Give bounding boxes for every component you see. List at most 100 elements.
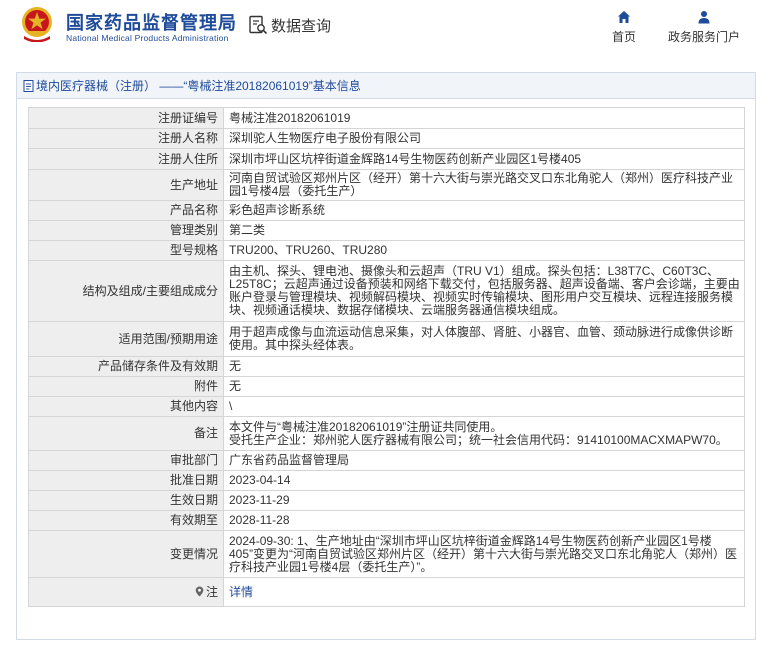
field-label: 注册人名称 [28,128,224,149]
field-label-text: 产品储存条件及有效期 [97,359,218,373]
field-value: 无 [223,356,745,377]
field-value: 本文件与“粤械注准20182061019”注册证共同使用。 受托生产企业：郑州驼… [223,416,745,451]
nav-service-portal[interactable]: 政务服务门户 [668,10,740,45]
field-label: 变更情况 [28,530,224,578]
table-row: 结构及组成/主要组成成分 由主机、探头、锂电池、摄像头和云超声（TRU V1）组成… [28,260,745,322]
field-label-text: 注册人名称 [157,131,218,145]
registration-info-table: 注册证编号 粤械注准20182061019 注册人名称 深圳驼人生物医疗电子股份有限公… [28,107,745,607]
field-label: 适用范围/预期用途 [28,321,224,357]
table-row: 其他内容 \ [28,396,745,417]
field-label: 审批部门 [28,450,224,471]
field-value: 无 [223,376,745,397]
field-value: 详情 [223,577,745,607]
document-icon [23,79,34,92]
field-value: 2023-11-29 [223,490,745,511]
table-row: 适用范围/预期用途 用于超声成像与血流运动信息采集，对人体腹部、肾脏、小器官、血管… [28,321,745,357]
national-emblem-icon [22,7,52,42]
field-label-text: 结构及组成/主要组成成分 [82,283,218,298]
field-label-text: 注册证编号 [157,110,218,125]
field-value-text: 深圳市坪山区坑梓街道金辉路14号生物医药创新产业园区1号楼405 [229,151,582,166]
field-label-text: 型号规格 [169,243,218,257]
table-row: 型号规格 TRU200、TRU260、TRU280 [28,240,745,261]
site-header: 国家药品监督管理局 National Medical Products Admi… [0,0,772,56]
field-value-text: 广东省药品监督管理局 [229,453,350,467]
field-value: \ [223,396,745,417]
field-value: 2024-09-30: 1、生产地址由“深圳市坪山区坑梓街道金辉路14号生物医药… [223,530,745,578]
field-label: 其他内容 [28,396,224,417]
field-label: 产品名称 [28,200,224,221]
home-icon [618,11,630,23]
field-label: 注 [28,577,224,607]
field-label: 生产地址 [28,169,224,201]
field-label: 备注 [28,416,224,451]
field-value: 粤械注准20182061019 [223,107,745,129]
field-label: 附件 [28,376,224,397]
field-value-text: 2024-09-30: 1、生产地址由“深圳市坪山区坑梓街道金辉路14号生物医药… [229,533,738,574]
field-value-text: 用于超声成像与血流运动信息采集，对人体腹部、肾脏、小器官、血管、颈动脉进行成像供… [229,325,734,352]
field-label-text: 生产地址 [169,177,218,192]
table-row: 变更情况 2024-09-30: 1、生产地址由“深圳市坪山区坑梓街道金辉路14号… [28,530,745,578]
panel-title: 境内医疗器械（注册） ——“粤械注准20182061019”基本信息 [36,79,361,93]
field-label-text: 注 [205,584,218,599]
field-value-text: 粤械注准20182061019 [229,110,351,125]
table-row: 注册人住所 深圳市坪山区坑梓街道金辉路14号生物医药创新产业园区1号楼405 [28,148,745,170]
table-row: 管理类别 第二类 [28,220,745,241]
field-value: 2028-11-28 [223,510,745,531]
table-row: 产品储存条件及有效期无 [28,356,745,377]
field-label-text: 附件 [193,379,218,393]
field-value: 河南自贸试验区郑州片区（经开）第十六大街与崇光路交叉口东北角驼人（郑州）医疗科技… [223,169,745,201]
field-value-text: 2028-11-28 [229,513,290,527]
field-value-text: 第二类 [229,223,266,237]
field-value-text: TRU200、TRU260、TRU280 [229,243,388,257]
table-row: 生产地址 河南自贸试验区郑州片区（经开）第十六大街与崇光路交叉口东北角驼人（郑州）… [28,169,745,201]
table-row: 备注 本文件与“粤械注准20182061019”注册证共同使用。 受托生产企业：郑… [28,416,745,451]
field-value-text: 无 [229,359,242,373]
field-label: 结构及组成/主要组成成分 [28,260,224,322]
field-value-text: \ [229,399,233,413]
brand-name-cn: 国家药品监督管理局 [66,13,237,33]
data-query-label: 数据查询 [271,17,332,35]
field-label-text: 其他内容 [169,399,218,413]
data-query-link[interactable]: 数据查询 [248,14,331,36]
field-label-text: 注册人住所 [157,151,218,166]
field-label: 生效日期 [28,490,224,511]
field-label-text: 审批部门 [169,453,218,467]
table-row: 有效期至 2028-11-28 [28,510,745,531]
details-link[interactable]: 详情 [229,585,253,599]
field-value-text: 由主机、探头、锂电池、摄像头和云超声（TRU V1）组成。探头包括：L38T7C… [229,264,740,317]
nav-home-label: 首页 [612,30,637,44]
field-value: 彩色超声诊断系统 [223,200,745,221]
field-label: 注册证编号 [28,107,224,129]
nav-home[interactable]: 首页 [612,10,636,45]
table-row: 产品名称 彩色超声诊断系统 [28,200,745,221]
table-row: 附件无 [28,376,745,397]
field-label: 型号规格 [28,240,224,261]
field-value-text: 河南自贸试验区郑州片区（经开）第十六大街与崇光路交叉口东北角驼人（郑州）医疗科技… [229,171,734,198]
table-row: 注册证编号 粤械注准20182061019 [28,107,745,129]
field-value-text: 2023-11-29 [229,493,290,507]
field-value: 2023-04-14 [223,470,745,491]
field-value-text: 彩色超声诊断系统 [229,203,326,217]
field-value-text: 本文件与“粤械注准20182061019”注册证共同使用。 受托生产企业：郑州驼… [229,419,728,447]
location-pin-icon [195,586,204,596]
table-row: 审批部门 广东省药品监督管理局 [28,450,745,471]
field-value-text: 2023-04-14 [229,473,291,487]
table-row: 批准日期 2023-04-14 [28,470,745,491]
brand-name-en: National Medical Products Administration [66,33,229,43]
field-label: 产品储存条件及有效期 [28,356,224,377]
field-label-text: 管理类别 [169,223,218,237]
field-label-text: 适用范围/预期用途 [118,331,218,346]
field-value-text: 深圳驼人生物医疗电子股份有限公司 [229,131,422,145]
field-label: 注册人住所 [28,148,224,170]
field-value: 深圳市坪山区坑梓街道金辉路14号生物医药创新产业园区1号楼405 [223,148,745,170]
field-label-text: 生效日期 [169,493,218,507]
user-icon [698,11,710,24]
field-label: 批准日期 [28,470,224,491]
table-row: 注详情 [28,577,745,607]
nav-portal-label: 政务服务门户 [668,30,741,44]
field-value: TRU200、TRU260、TRU280 [223,240,745,261]
field-label-text: 有效期至 [169,513,218,527]
panel-header: 境内医疗器械（注册） ——“粤械注准20182061019”基本信息 [17,73,755,99]
field-label: 管理类别 [28,220,224,241]
field-value: 用于超声成像与血流运动信息采集，对人体腹部、肾脏、小器官、血管、颈动脉进行成像供… [223,321,745,357]
